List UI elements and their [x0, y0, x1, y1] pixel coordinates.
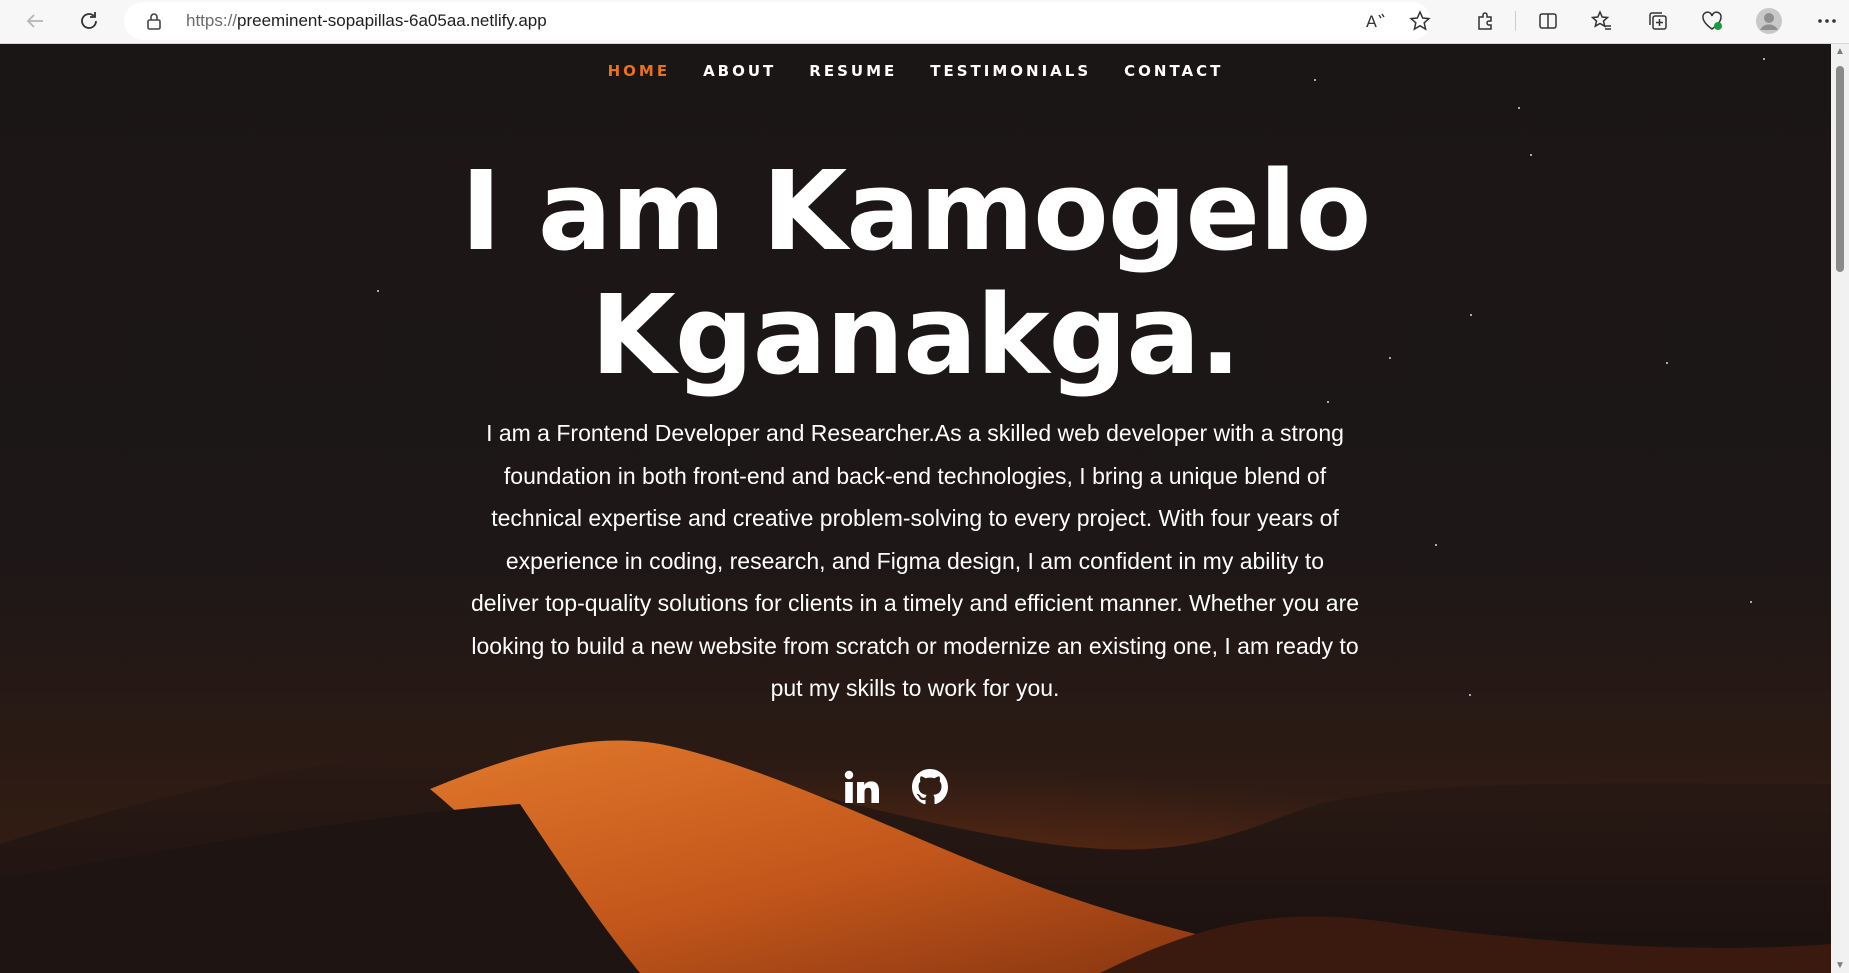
star-dot — [1518, 107, 1520, 109]
nav-testimonials-link[interactable]: TESTIMONIALS — [930, 62, 1091, 80]
refresh-icon — [81, 12, 97, 29]
star-dot — [1435, 544, 1437, 546]
favorites-button[interactable] — [1585, 4, 1619, 38]
read-aloud-icon: A — [1366, 12, 1385, 31]
hero-bio: I am a Frontend Developer and Researcher… — [470, 420, 1360, 701]
star-dot — [1763, 58, 1765, 60]
avatar-icon — [1756, 8, 1782, 34]
svg-text:A: A — [1366, 12, 1377, 31]
url-text: https://preeminent-sopapillas-6a05aa.net… — [186, 11, 547, 31]
linkedin-link[interactable] — [838, 762, 886, 812]
address-bar[interactable]: https://preeminent-sopapillas-6a05aa.net… — [124, 2, 1431, 40]
puzzle-icon — [1478, 12, 1492, 30]
scrollbar-thumb[interactable] — [1836, 66, 1844, 272]
split-screen-button[interactable] — [1531, 4, 1565, 38]
toolbar-divider — [1515, 11, 1516, 31]
more-menu-button[interactable] — [1810, 4, 1844, 38]
hero-title-line2: Kganakga. — [590, 271, 1242, 399]
profile-button[interactable] — [1752, 4, 1786, 38]
github-icon — [912, 769, 948, 805]
page-scrollbar[interactable]: ▲ ▼ — [1831, 44, 1849, 973]
lock-icon — [146, 12, 162, 35]
star-dot — [1750, 601, 1752, 603]
collections-button[interactable] — [1641, 4, 1675, 38]
scroll-down-icon[interactable]: ▼ — [1835, 960, 1845, 971]
ellipsis-icon — [1818, 19, 1836, 23]
star-dot — [1327, 401, 1329, 403]
star-icon — [1409, 10, 1431, 31]
nav-resume-link[interactable]: RESUME — [809, 62, 897, 80]
scroll-up-icon[interactable]: ▲ — [1835, 46, 1845, 57]
read-aloud-button[interactable]: A — [1359, 4, 1393, 38]
split-screen-icon — [1539, 13, 1557, 29]
back-arrow-icon — [26, 14, 43, 28]
url-host: preeminent-sopapillas-6a05aa.netlify.app — [237, 11, 547, 30]
browser-essentials-button[interactable] — [1695, 4, 1729, 38]
linkedin-icon — [844, 770, 879, 803]
star-dot — [1469, 694, 1471, 696]
browser-toolbar: https://preeminent-sopapillas-6a05aa.net… — [0, 0, 1849, 44]
nav-home-link[interactable]: HOME — [608, 62, 670, 80]
favorites-icon — [1591, 10, 1611, 30]
hero-title-line1: I am Kamogelo — [460, 147, 1372, 275]
nav-about-link[interactable]: ABOUT — [703, 62, 776, 80]
back-button[interactable] — [18, 4, 52, 38]
hero-title: I am Kamogelo Kganakga. — [0, 149, 1831, 397]
extensions-button[interactable] — [1469, 4, 1503, 38]
collections-icon — [1649, 12, 1667, 30]
portfolio-page: HOME ABOUT RESUME TESTIMONIALS CONTACT I… — [0, 44, 1831, 973]
main-navigation: HOME ABOUT RESUME TESTIMONIALS CONTACT — [0, 62, 1831, 80]
refresh-button[interactable] — [72, 4, 106, 38]
url-scheme: https:// — [186, 11, 238, 30]
nav-contact-link[interactable]: CONTACT — [1124, 62, 1223, 80]
heart-pulse-icon — [1702, 11, 1722, 30]
favorite-button[interactable] — [1403, 4, 1437, 38]
github-link[interactable] — [906, 762, 954, 812]
